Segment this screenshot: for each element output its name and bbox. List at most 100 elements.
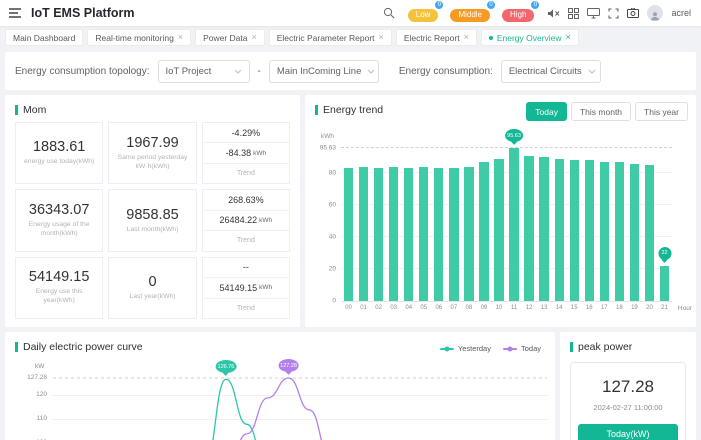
alarm-badge-middle[interactable]: Middle0 [450,4,490,22]
screenshot-icon[interactable] [627,8,639,18]
accent-bar [15,105,18,115]
bar-column [567,147,582,301]
mute-icon[interactable] [547,8,560,19]
bar-column [522,147,537,301]
header-right: Low0 Middle0 High0 acrel [383,4,691,22]
stat-card: 1967.99Same period yesterday kW·h(kWh) [108,122,196,184]
alarm-badge-high[interactable]: High0 [502,4,534,22]
trend-x-axis: 0001020304050607080910111213141516171819… [341,305,672,311]
tab-label: Electric Parameter Report [277,33,375,43]
peak-power-today-button[interactable]: Today(kW) [578,424,678,440]
bar-column: 95.63 [507,147,522,301]
stat-card: 0 Last year(kWh) [108,257,196,319]
bar-column [371,147,386,301]
tab-energy-overview[interactable]: Energy Overview × [481,29,579,46]
daily-power-curve-panel: Daily electric power curve YesterdayToda… [5,332,555,440]
x-tick-label: 18 [612,305,627,311]
bar-marker-pin: 95.63 [505,129,523,142]
bar-00 [344,168,353,301]
trend-range-this-month[interactable]: This month [571,102,631,121]
stat-value: 1967.99 [126,135,178,151]
x-tick-label: 05 [416,305,431,311]
mom-card-grid: 1883.61energy use today(kWh)1967.99Same … [15,122,290,319]
username: acrel [671,8,691,18]
consumption-select[interactable]: Electrical Circuits [501,60,601,83]
accent-bar [570,342,573,352]
x-tick-label: 00 [341,305,356,311]
legend-label: Yesterday [458,344,491,353]
bar-column [491,147,506,301]
alarm-badge-low[interactable]: Low0 [408,4,439,22]
bar-05 [419,167,428,301]
tab-main-dashboard[interactable]: Main Dashboard [5,29,83,46]
stat-label: Energy usage of the month(kWh) [18,221,100,239]
peak-power-value: 127.28 [571,377,685,397]
x-tick-label: 14 [552,305,567,311]
menu-icon[interactable] [8,7,22,19]
stat-value: 36343.07 [29,202,89,218]
curve-y-axis-unit: kW [35,363,44,370]
trend-range-today[interactable]: Today [526,102,567,121]
trend-amount: 54149.15kWh [203,277,289,297]
stat-label: Last year(kWh) [125,293,179,302]
x-tick-label: 12 [522,305,537,311]
bar-column [386,147,401,301]
stat-label: energy use today(kWh) [20,158,98,167]
stat-value: 0 [148,274,156,290]
trend-percent: -4.29% [203,123,289,142]
search-icon[interactable] [383,7,395,19]
trend-percent: 268.63% [203,190,289,209]
stat-value: 9858.85 [126,207,178,223]
close-icon[interactable]: × [379,33,384,42]
legend-label: Today [521,344,541,353]
bar-06 [434,168,443,301]
bar-column [642,147,657,301]
tab-electric-report[interactable]: Electric Report× [396,29,477,46]
bar-column: 22 [657,147,672,301]
close-icon[interactable]: × [566,33,571,42]
bar-column [627,147,642,301]
peak-power-timestamp: 2024-02-27 11:00:00 [571,403,685,412]
bar-column [341,147,356,301]
y-tick-label: 0 [332,298,336,305]
trend-amount: -84.38kWh [203,142,289,162]
legend-yesterday[interactable]: Yesterday [440,344,491,353]
x-tick-label: 09 [476,305,491,311]
apps-icon[interactable] [568,8,579,19]
x-tick-label: 15 [567,305,582,311]
x-tick-label: 08 [461,305,476,311]
consumption-label: Energy consumption: [399,66,493,77]
stat-card: 9858.85Last month(kWh) [108,189,196,251]
fullscreen-icon[interactable] [608,8,619,19]
topology-select[interactable]: IoT Project [158,60,250,83]
app-title: IoT EMS Platform [31,6,134,20]
stat-value: 54149.15 [29,269,89,285]
close-icon[interactable]: × [464,33,469,42]
x-tick-label: 21 [657,305,672,311]
close-icon[interactable]: × [178,33,183,42]
tab-label: Energy Overview [497,33,562,43]
close-icon[interactable]: × [251,33,256,42]
mom-title-text: Mom [23,104,46,116]
trend-card: 268.63%26484.22kWhTrend [202,189,290,251]
curve-peak-pin: 127.28 [278,359,299,372]
bar-19 [630,164,639,301]
tab-electric-parameter-report[interactable]: Electric Parameter Report × [269,29,392,46]
filter-bar: Energy consumption topology: IoT Project… [5,52,696,90]
bar-column [401,147,416,301]
avatar[interactable] [647,5,663,21]
trend-range-this-year[interactable]: This year [635,102,688,121]
tab-real-time-monitoring[interactable]: Real-time monitoring× [87,29,191,46]
bar-14 [555,159,564,301]
monitor-icon[interactable] [587,8,600,19]
alarm-badge-count: 0 [434,0,444,10]
mom-panel-title: Mom [15,104,46,116]
stat-card: 36343.07 Energy usage of the month(kWh) [15,189,103,251]
header-left: IoT EMS Platform [8,6,134,20]
legend-today[interactable]: Today [503,344,541,353]
bar-column [597,147,612,301]
stat-card: 1883.61energy use today(kWh) [15,122,103,184]
energy-trend-panel: Energy trend TodayThis monthThis year kW… [305,95,696,327]
incoming-line-select[interactable]: Main InComing Line [269,60,379,83]
tab-power-data[interactable]: Power Data× [195,29,265,46]
